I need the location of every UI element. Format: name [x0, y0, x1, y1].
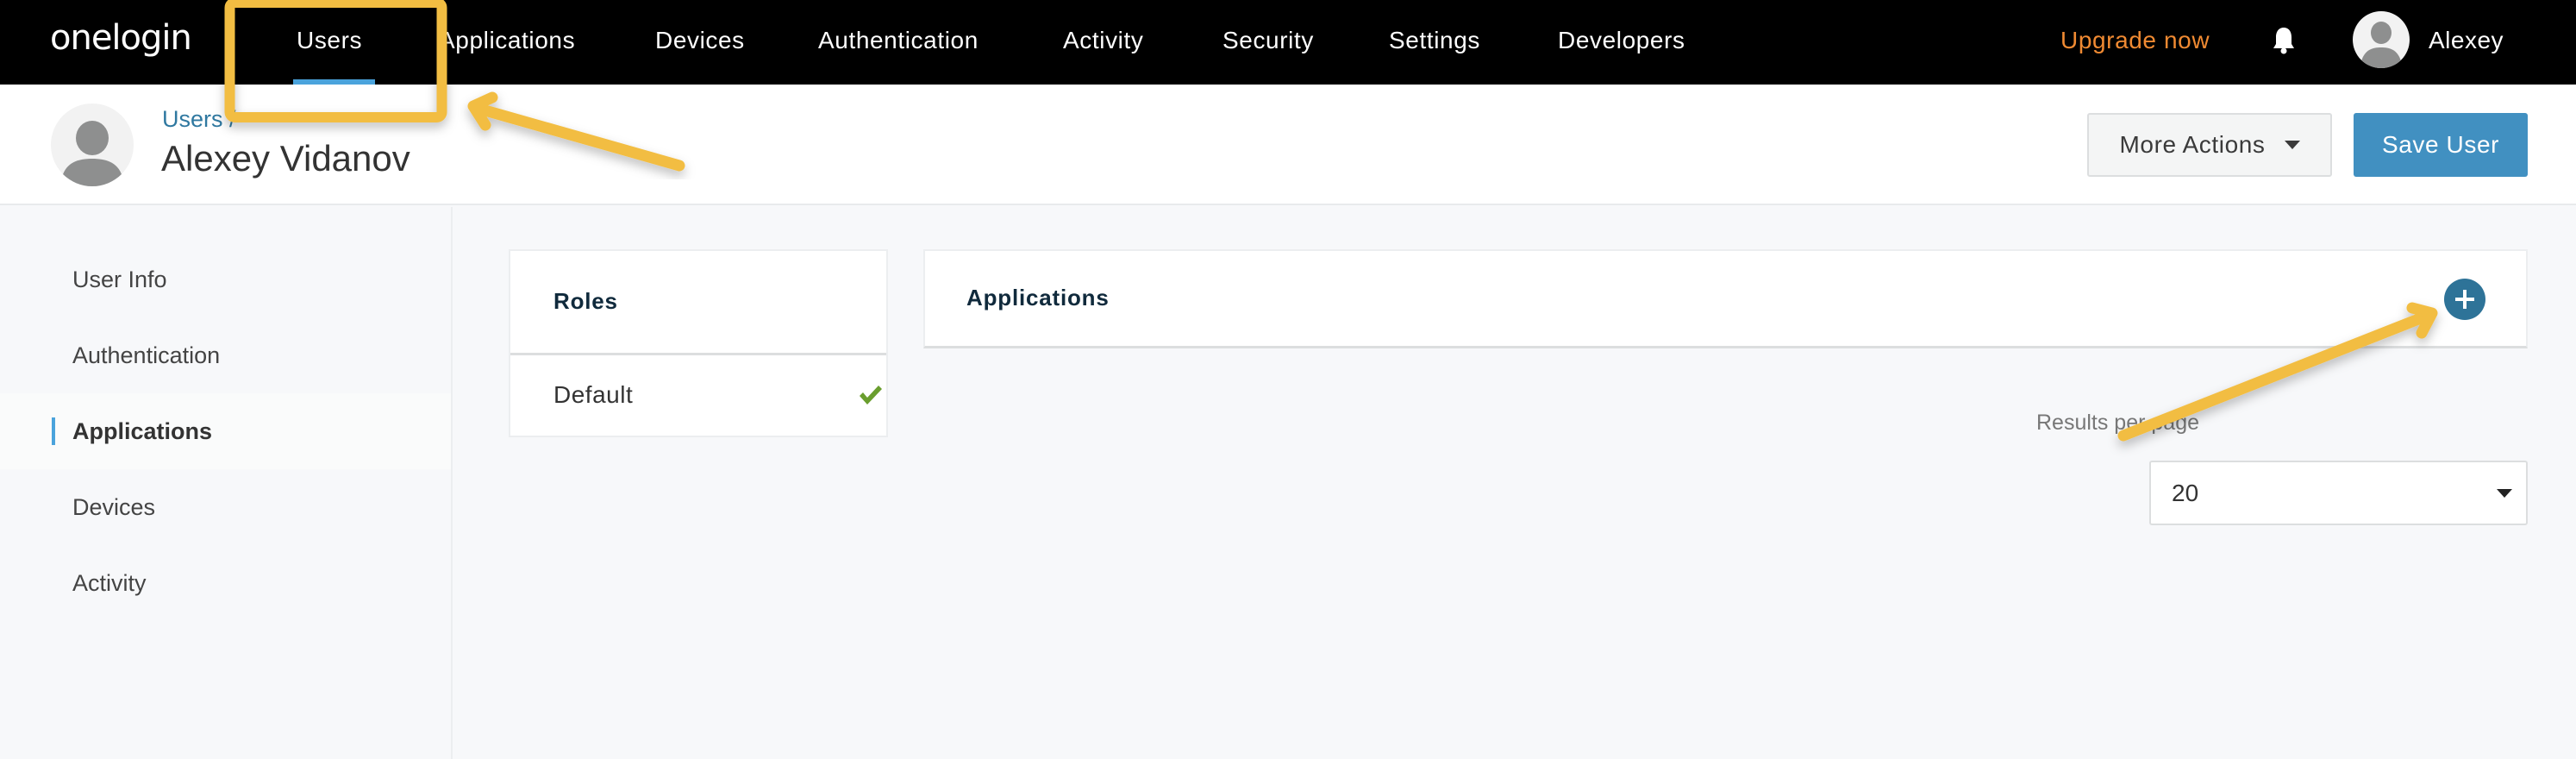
role-name: Default [553, 381, 634, 408]
sidebar: User Info Authentication Applications De… [0, 207, 453, 759]
plus-icon-vertical [2463, 290, 2467, 309]
onelogin-logo[interactable]: onelogin [50, 12, 192, 64]
applications-title: Applications [966, 285, 1110, 310]
roles-panel-header: Roles [510, 251, 886, 355]
save-user-button[interactable]: Save User [2354, 113, 2528, 177]
results-per-page-select[interactable]: 20 [2149, 461, 2528, 525]
user-menu-avatar[interactable] [2353, 11, 2410, 68]
checkmark-icon [858, 384, 884, 406]
caret-down-icon [2497, 489, 2512, 498]
sidebar-item-applications[interactable]: Applications [0, 393, 451, 469]
sidebar-item-user-info[interactable]: User Info [0, 242, 451, 317]
nav-item-authentication[interactable]: Authentication [818, 0, 979, 85]
upgrade-now-link[interactable]: Upgrade now [2060, 0, 2210, 85]
bell-icon[interactable] [2271, 26, 2297, 55]
sidebar-item-authentication[interactable]: Authentication [0, 317, 451, 393]
results-per-page-value: 20 [2172, 480, 2199, 506]
sidebar-item-devices[interactable]: Devices [0, 469, 451, 545]
nav-item-settings[interactable]: Settings [1389, 0, 1480, 85]
breadcrumb-users-link[interactable]: Users / [162, 104, 236, 135]
page-title: Alexey Vidanov [161, 138, 410, 179]
results-per-page-label: Results per page [2036, 411, 2200, 435]
applications-panel: Applications [923, 249, 2528, 348]
roles-title: Roles [553, 288, 618, 314]
nav-item-developers[interactable]: Developers [1558, 0, 1685, 85]
nav-item-activity[interactable]: Activity [1063, 0, 1143, 85]
caret-down-icon [2284, 141, 2300, 149]
person-icon [2361, 22, 2401, 68]
add-application-button[interactable] [2444, 279, 2485, 320]
more-actions-button[interactable]: More Actions [2087, 113, 2332, 177]
user-menu-name[interactable]: Alexey [2429, 0, 2504, 85]
nav-item-devices[interactable]: Devices [655, 0, 745, 85]
top-nav-bar: onelogin Users Applications Devices Auth… [0, 0, 2576, 85]
person-icon [62, 121, 122, 186]
nav-item-security[interactable]: Security [1222, 0, 1314, 85]
nav-item-applications[interactable]: Applications [439, 0, 575, 85]
user-avatar [51, 104, 134, 186]
sidebar-item-activity[interactable]: Activity [0, 545, 451, 621]
role-row[interactable]: Default [510, 355, 886, 436]
sidebar-item-label: Applications [72, 418, 213, 444]
roles-panel: Roles Default [509, 249, 888, 437]
nav-item-users[interactable]: Users [297, 0, 362, 85]
active-indicator [52, 417, 55, 445]
more-actions-label: More Actions [2119, 131, 2266, 158]
